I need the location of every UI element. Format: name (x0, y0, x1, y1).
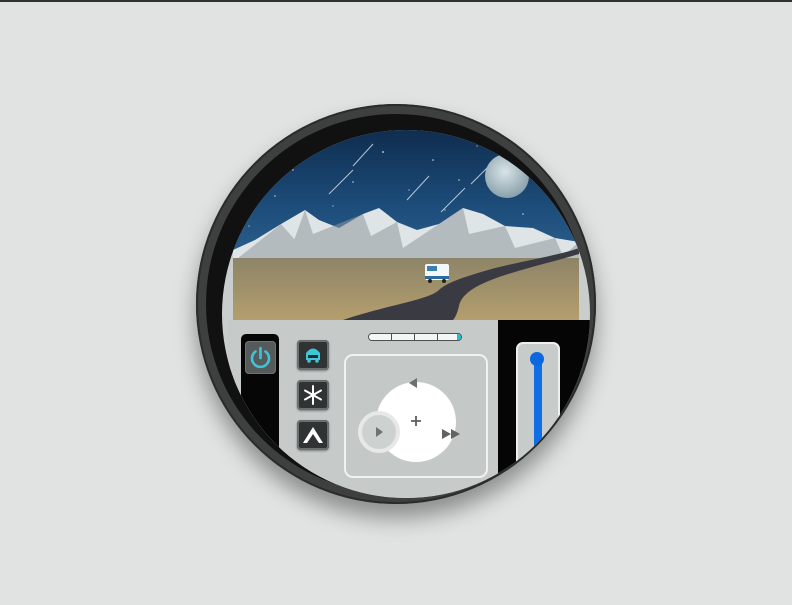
car-front-icon (306, 348, 320, 363)
power-button[interactable] (245, 341, 276, 374)
top-border (0, 0, 792, 2)
bezel-ring (206, 114, 590, 498)
progress-divider (391, 334, 392, 340)
snow-mode-button[interactable] (297, 380, 329, 410)
progress-bar (368, 333, 462, 341)
snowflake-icon (304, 385, 322, 405)
play-icon (376, 427, 383, 437)
viewport (222, 130, 590, 498)
control-panel (228, 320, 498, 498)
mountain-mode-button[interactable] (297, 420, 329, 450)
progress-divider (414, 334, 415, 340)
moon (485, 154, 529, 198)
vertical-slider[interactable] (516, 342, 560, 496)
car-mode-button[interactable] (297, 340, 329, 370)
power-icon (250, 346, 271, 369)
crosshair-icon[interactable] (410, 415, 422, 427)
progress-end-indicator (457, 334, 461, 340)
mountain-icon (303, 427, 323, 443)
scene-illustration (233, 130, 579, 320)
progress-divider (437, 334, 438, 340)
slider-track[interactable] (534, 356, 542, 486)
fast-forward-icon[interactable] (440, 427, 462, 441)
dpad-knob[interactable] (358, 411, 400, 453)
slider-thumb[interactable] (530, 352, 544, 366)
progress-fill (369, 334, 461, 340)
round-dashboard-device (196, 104, 596, 504)
rewind-icon[interactable] (406, 376, 420, 390)
dpad-card (344, 354, 488, 478)
